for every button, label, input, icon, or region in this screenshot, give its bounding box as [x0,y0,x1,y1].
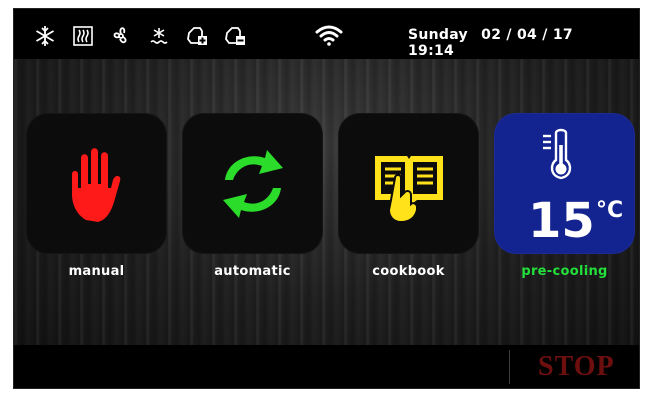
manual-label: manual [68,264,125,279]
display-frame: Sunday 02 / 04 / 17 19:14 manual automat… [14,9,639,388]
date-time: Sunday 02 / 04 / 17 19:14 [408,27,639,59]
hand-icon [71,147,120,222]
wifi-icon[interactable] [314,23,344,49]
divider [509,350,510,384]
main-panel: manual automatic cookbook 15 °C pre-cool… [14,59,639,345]
plus-hex-icon[interactable] [184,23,210,49]
pre-cooling-label: pre-cooling [521,264,608,279]
minus-hex-icon[interactable] [222,23,248,49]
fan-icon[interactable] [108,23,134,49]
time-label: 19:14 [408,43,455,59]
cycle-arrows-icon [222,149,283,218]
day-label: Sunday [408,27,468,43]
bottom-bar: STOP [14,345,639,388]
manual-button[interactable] [26,113,167,254]
stop-button[interactable]: STOP [538,351,615,383]
automatic-label: automatic [214,264,291,279]
thermometer-icon [543,128,572,180]
cookbook-button[interactable] [338,113,479,254]
heating-icon[interactable] [70,23,96,49]
pre-cooling-button[interactable]: 15 °C [494,113,635,254]
mode-icons [32,23,248,49]
temperature-value: 15 [528,193,595,249]
snowflake-icon[interactable] [32,23,58,49]
temperature-unit: °C [596,198,624,223]
automatic-button[interactable] [182,113,323,254]
cookbook-label: cookbook [372,264,445,279]
book-icon [374,155,443,223]
defrost-icon[interactable] [146,23,172,49]
status-bar: Sunday 02 / 04 / 17 19:14 [14,9,639,59]
date-label: 02 / 04 / 17 [481,27,573,43]
